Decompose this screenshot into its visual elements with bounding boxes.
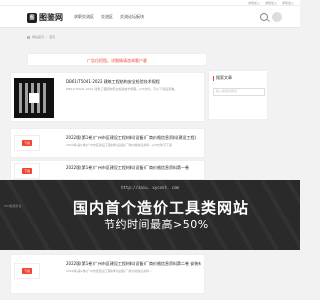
- search-input[interactable]: 输入搜索关键词: [213, 88, 265, 96]
- sidebar-heading: 搜索文章: [213, 75, 232, 81]
- top-link[interactable]: 求职加入: [282, 1, 294, 5]
- ad-banner[interactable]: 广告位招租，详细情请咨询客户客: [27, 53, 207, 66]
- top-link[interactable]: 求职加入: [248, 1, 260, 5]
- list-item[interactable]: 下载 2022版(第1卷)广州市区建设工程材料(设备)厂商价格信息资料(建设工程…: [10, 128, 205, 158]
- list-item[interactable]: DB61/T5041-2022 建筑工程结构安全检验技术规程 DB61/T504…: [10, 72, 205, 122]
- breadcrumb-separator: ›: [46, 35, 48, 39]
- badge-label: 下载: [21, 268, 32, 274]
- list-item[interactable]: 下载 2022版(第1卷)广州市区建设工程材料(设备)厂商价格信息资料第二卷 安…: [10, 254, 205, 294]
- article-title[interactable]: DB61/T5041-2022 建筑工程结构安全检验技术规程: [66, 79, 201, 85]
- article-desc: DB61/T5041-2022 建筑工程结构安全检验技术规程，pdf文件。可以下…: [66, 87, 178, 91]
- article-desc: 2022版(第1卷)广州市区建设工程材料(设备)厂商价格信息资料...: [66, 269, 153, 273]
- breadcrumb-current: 首页: [49, 35, 56, 39]
- user-avatar-icon[interactable]: [272, 12, 282, 22]
- breadcrumb-home[interactable]: 网站首页: [32, 35, 44, 39]
- logo-icon: 图: [27, 12, 37, 23]
- sidebar-search-panel: 搜索文章 输入搜索关键词: [208, 70, 268, 120]
- article-title[interactable]: 2022版(第1卷)广州市区建设工程材料(设备)厂商价格信息资料(建设工程): [66, 135, 201, 141]
- promo-tag: BIM数据整合: [4, 204, 22, 208]
- download-badge: 下载: [14, 163, 40, 179]
- main-nav: 求职交流区 交流区 交流论坛板块: [74, 14, 144, 20]
- article-title[interactable]: 2022版(第1卷)广州市区建设工程材料(设备)厂商价格信息资料第一卷: [66, 165, 201, 171]
- download-badge: 下载: [14, 135, 40, 151]
- nav-item[interactable]: 交流区: [101, 14, 113, 20]
- top-link[interactable]: 求职加入: [265, 1, 277, 5]
- logo-text: 图鉴网: [39, 13, 63, 22]
- promo-url: http://zaiu. xycost. com: [121, 185, 179, 190]
- site-header: 图 图鉴网 求职交流区 交流区 交流论坛板块: [0, 6, 300, 28]
- badge-label: 下载: [21, 168, 32, 174]
- nav-item[interactable]: 求职交流区: [74, 14, 94, 20]
- sidebar-title: 搜索文章: [216, 75, 232, 80]
- list-item[interactable]: 下载 2022版(第1卷)广州市区建设工程材料(设备)厂商价格信息资料第一卷: [10, 160, 205, 180]
- article-desc: 2022版(第1卷)广州市区建设工程材料(设备)厂商价格信息资料...pdf文件…: [66, 143, 172, 147]
- breadcrumb: 网站首页 › 首页: [27, 35, 55, 39]
- promo-subheadline: 节约时间最高>50%: [104, 218, 209, 231]
- nav-item[interactable]: 交流论坛板块: [120, 14, 144, 20]
- qr-code-image: [14, 78, 54, 118]
- top-links: 求职加入 求职加入 求职加入: [248, 1, 294, 5]
- article-title[interactable]: 2022版(第1卷)广州市区建设工程材料(设备)厂商价格信息资料第二卷 安装材料…: [66, 261, 201, 267]
- search-icon[interactable]: [260, 13, 268, 21]
- promo-banner[interactable]: http://zaiu. xycost. com BIM数据整合 国内首个造价工…: [0, 180, 300, 250]
- home-icon: [27, 35, 30, 39]
- site-logo[interactable]: 图 图鉴网: [27, 12, 63, 23]
- download-badge: 下载: [14, 263, 40, 279]
- promo-headline: 国内首个造价工具类网站: [73, 199, 250, 217]
- badge-label: 下载: [21, 140, 32, 146]
